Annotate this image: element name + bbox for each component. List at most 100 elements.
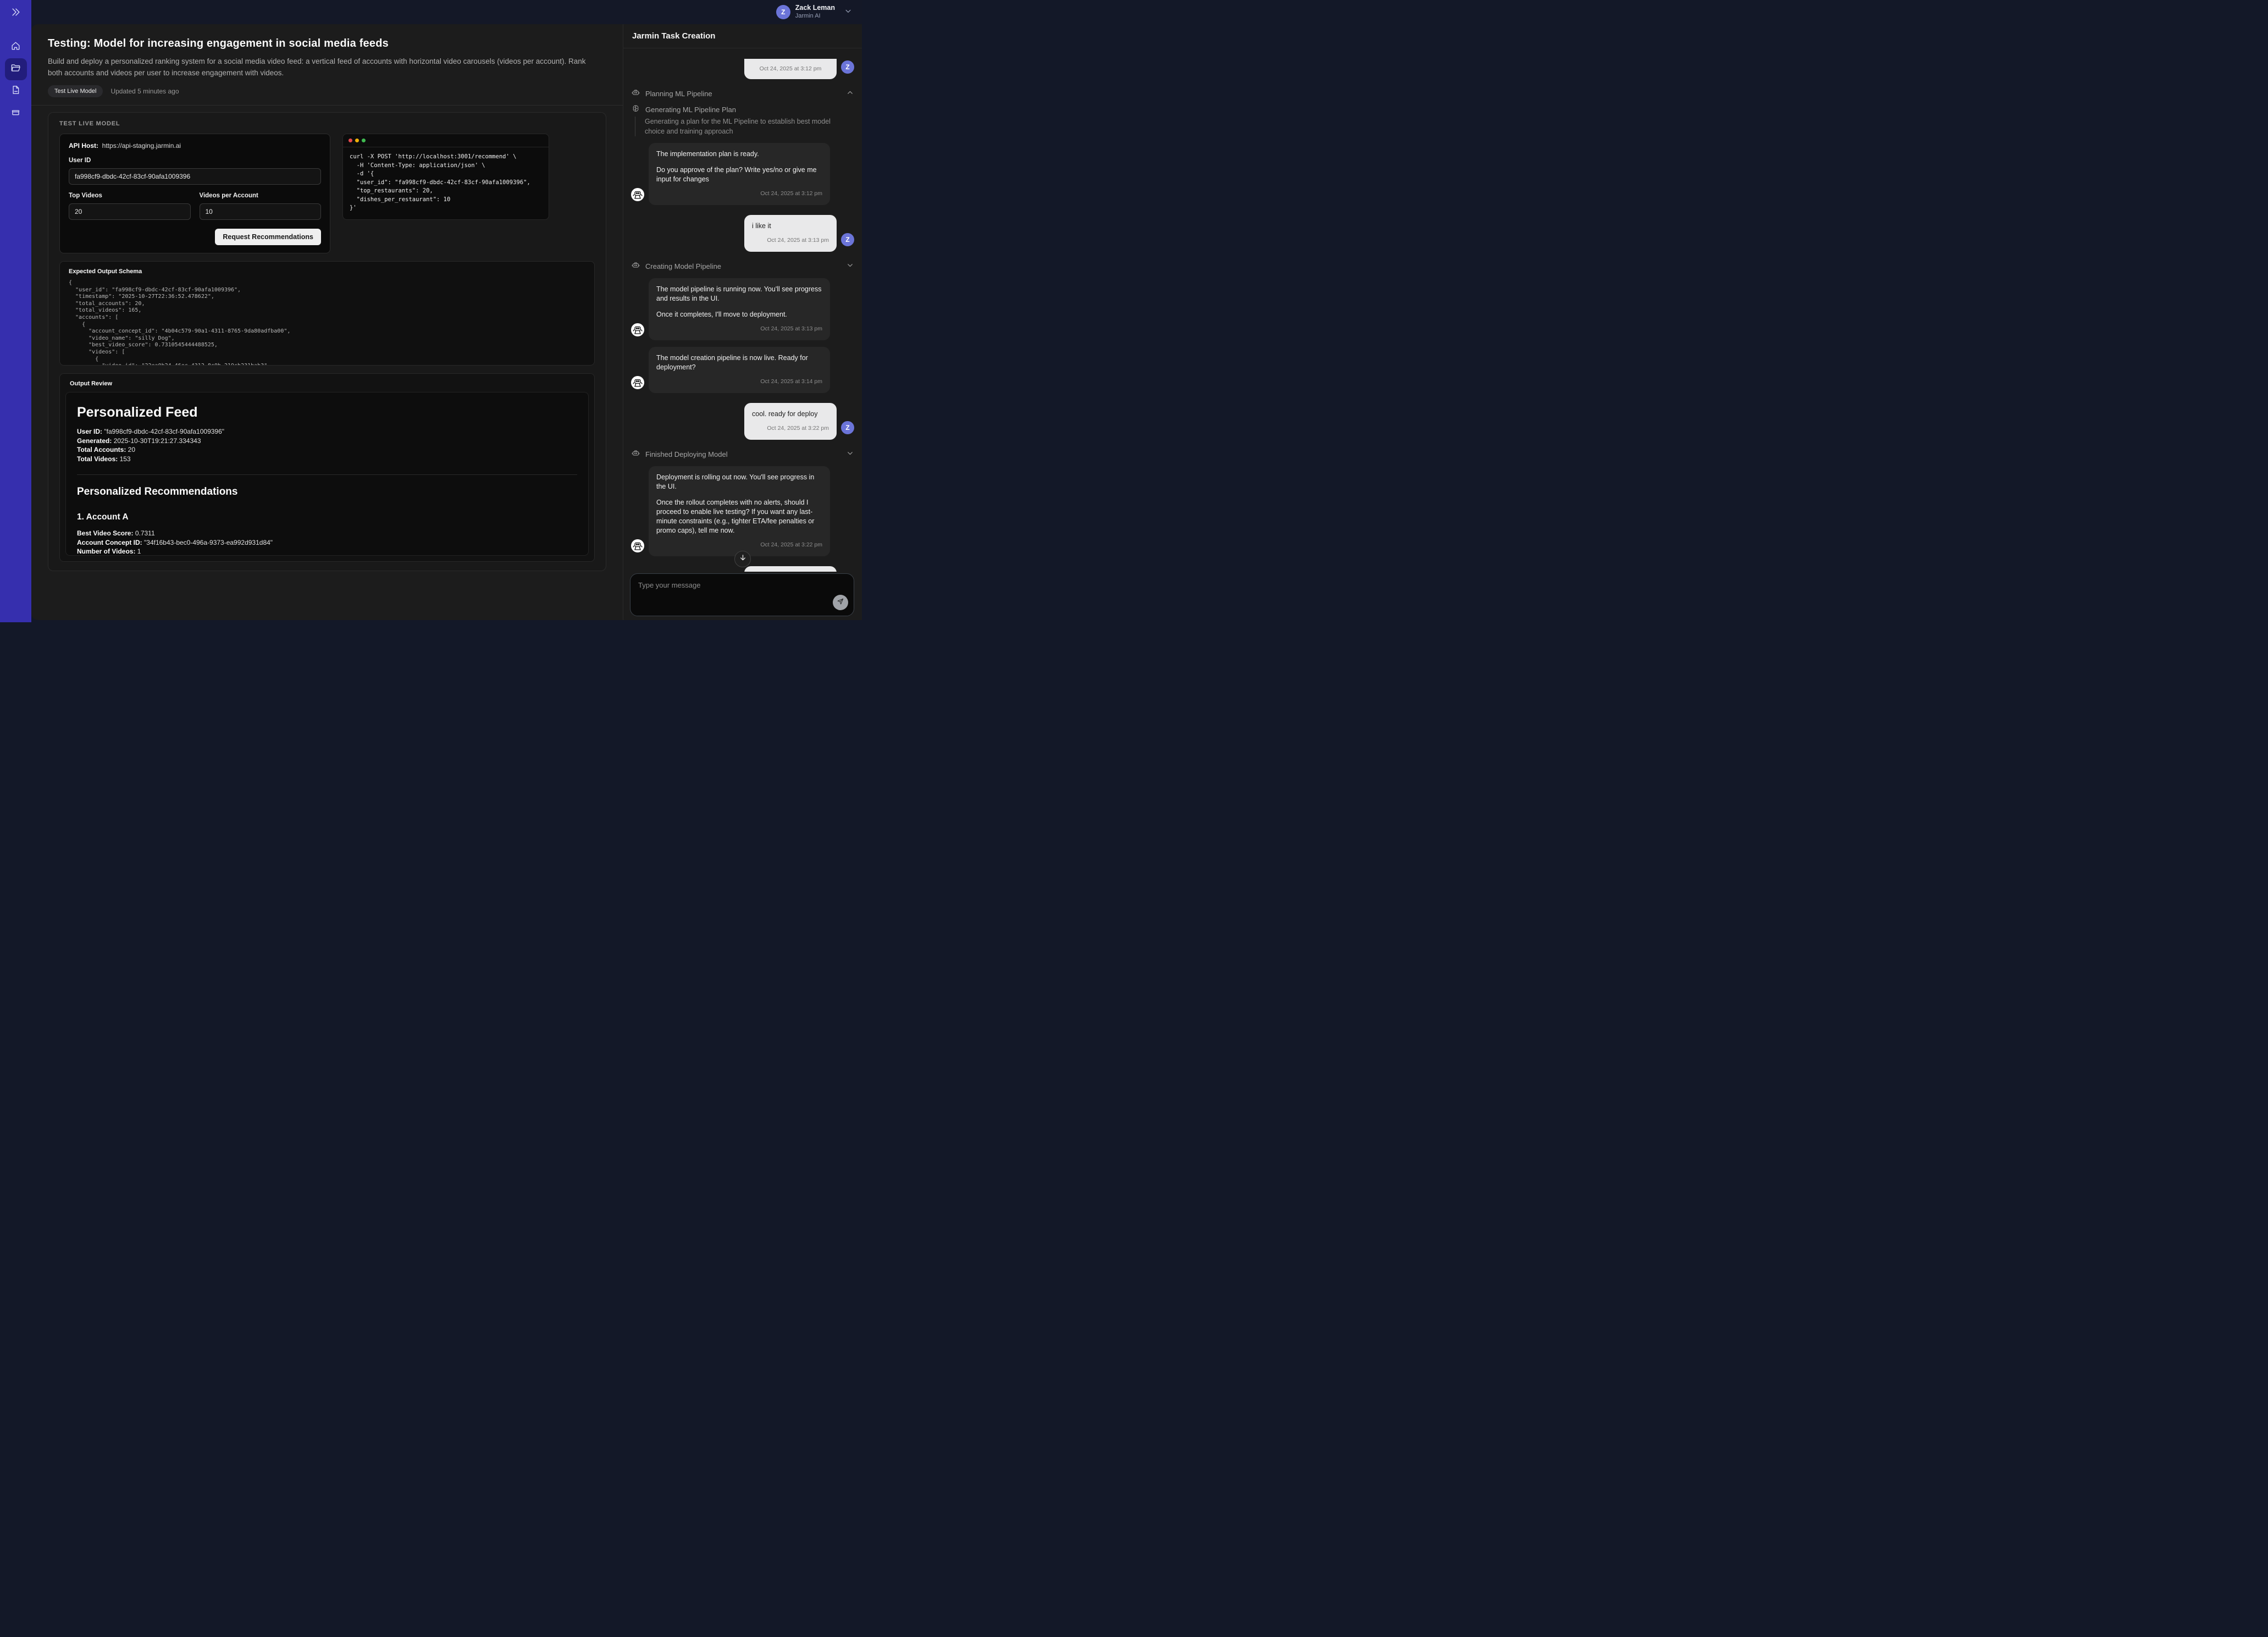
message-timestamp: Oct 24, 2025 at 3:12 pm (752, 64, 829, 74)
sidebar-item-inbox[interactable] (5, 102, 27, 124)
updated-timestamp: Updated 5 minutes ago (110, 87, 179, 95)
avatar: Z (841, 233, 854, 246)
account-meta: Best Video Score: 0.7311 Account Concept… (77, 529, 577, 556)
panel-row: API Host: https://api-staging.jarmin.ai … (59, 134, 595, 253)
chat-header: Jarmin Task Creation (623, 24, 862, 48)
user-menu[interactable]: Z Zack Leman Jarmin AI (776, 0, 852, 24)
message-text: Once it completes, I'll move to deployme… (656, 310, 822, 319)
message-bubble: Oct 24, 2025 at 3:12 pm (744, 59, 837, 79)
send-button[interactable] (833, 595, 848, 610)
message-timestamp: Oct 24, 2025 at 3:14 pm (656, 377, 822, 386)
output-review-body: Personalized Feed User ID: "fa998cf9-dbd… (65, 392, 589, 556)
output-review-label: Output Review (65, 380, 589, 387)
sidebar-item-documents[interactable] (5, 80, 27, 102)
message-text: The model pipeline is running now. You'l… (656, 285, 822, 303)
message-bubble: The model creation pipeline is now live.… (649, 347, 830, 393)
substep-generating-plan: Generating ML Pipeline Plan Generating a… (631, 104, 854, 136)
message-bubble: i like it Oct 24, 2025 at 3:13 pm (744, 215, 837, 252)
robot-icon (631, 261, 640, 272)
feed-title: Personalized Feed (77, 405, 577, 421)
header-divider (31, 105, 623, 106)
chat-message-user: Oct 24, 2025 at 3:12 pm Z (631, 59, 854, 79)
substep-description: Generating a plan for the ML Pipeline to… (635, 117, 848, 136)
message-timestamp: Oct 24, 2025 at 3:22 pm (656, 540, 822, 550)
numeric-fields-row: Top Videos Videos per Account (69, 192, 321, 220)
user-id-field[interactable] (69, 168, 321, 185)
message-text: cool. ready for deploy (752, 410, 829, 419)
terminal-dot-red (349, 139, 352, 142)
meta-line: Total Videos: 153 (77, 455, 577, 464)
message-timestamp: Oct 24, 2025 at 3:13 pm (752, 236, 829, 245)
schema-label: Expected Output Schema (69, 268, 585, 275)
section-creating-model-pipeline[interactable]: Creating Model Pipeline (631, 261, 854, 272)
chat-title: Jarmin Task Creation (632, 31, 715, 41)
message-bubble: cool. ready for deploy Oct 24, 2025 at 3… (744, 403, 837, 440)
message-bubble: Deployment is rolling out now. You'll se… (649, 466, 830, 556)
chat-message-agent: The model pipeline is running now. You'l… (631, 278, 854, 340)
message-input[interactable] (630, 574, 854, 616)
divider (77, 474, 577, 475)
chat-message-agent: Deployment is rolling out now. You'll se… (631, 466, 854, 556)
meta-line: Account Concept ID: "34f16b43-bec0-496a-… (77, 538, 577, 547)
message-input-card (630, 573, 854, 616)
robot-avatar (631, 323, 644, 339)
sidebar-item-projects[interactable] (5, 58, 27, 80)
badge-row: Test Live Model Updated 5 minutes ago (48, 85, 606, 97)
meta-line: Best Video Score: 0.7311 (77, 529, 577, 538)
status-badge: Test Live Model (48, 85, 103, 97)
substep-title-row: Generating ML Pipeline Plan (631, 104, 854, 115)
message-bubble: The implementation plan is ready. Do you… (649, 143, 830, 205)
document-icon (10, 85, 21, 98)
topbar: Z Zack Leman Jarmin AI (31, 0, 862, 24)
message-text: i like it (752, 222, 829, 231)
main-content: Testing: Model for increasing engagement… (31, 24, 623, 620)
user-id-label: User ID (69, 157, 321, 164)
terminal-dot-yellow (355, 139, 359, 142)
meta-line: Generated: 2025-10-30T19:21:27.334343 (77, 436, 577, 446)
user-org: Jarmin AI (795, 13, 835, 20)
chat-message-agent: The model creation pipeline is now live.… (631, 347, 854, 393)
user-name: Zack Leman (795, 4, 835, 13)
videos-per-account-label: Videos per Account (200, 192, 322, 199)
chevron-down-icon (846, 449, 854, 459)
section-label: Creating Model Pipeline (645, 262, 721, 270)
chat-messages[interactable]: Oct 24, 2025 at 3:12 pm Z Planning ML Pi… (623, 49, 862, 572)
chevron-up-icon (846, 89, 854, 98)
section-finished-deploying-model[interactable]: Finished Deploying Model (631, 449, 854, 460)
sidebar-nav (0, 36, 31, 124)
message-timestamp: Oct 24, 2025 at 3:22 pm (752, 424, 829, 433)
robot-avatar (631, 539, 644, 555)
curl-terminal: curl -X POST 'http://localhost:3001/reco… (342, 134, 549, 220)
recommendations-title: Personalized Recommendations (77, 486, 577, 498)
section-label: Finished Deploying Model (645, 450, 728, 458)
chevron-down-icon (846, 261, 854, 271)
section-planning-ml-pipeline[interactable]: Planning ML Pipeline (631, 88, 854, 99)
message-text: The implementation plan is ready. (656, 150, 822, 159)
account-heading: 1. Account A (77, 512, 577, 522)
message-text: The model creation pipeline is now live.… (656, 353, 822, 372)
top-videos-field[interactable] (69, 203, 191, 220)
terminal-header (343, 134, 549, 147)
robot-avatar (631, 376, 644, 392)
robot-icon (631, 88, 640, 99)
api-host-label: API Host: (69, 142, 98, 150)
sidebar (0, 0, 31, 622)
schema-json: { "user_id": "fa998cf9-dbdc-42cf-83cf-90… (69, 280, 585, 366)
scroll-to-bottom-button[interactable] (734, 551, 751, 567)
sidebar-item-home[interactable] (5, 36, 27, 58)
message-text: Do you approve of the plan? Write yes/no… (656, 165, 822, 184)
sidebar-expand-button[interactable] (0, 5, 31, 21)
feed-meta: User ID: "fa998cf9-dbdc-42cf-83cf-90afa1… (77, 427, 577, 463)
message-bubble: The model pipeline is running now. You'l… (649, 278, 830, 340)
chat-message-user: i like it Oct 24, 2025 at 3:13 pm Z (631, 215, 854, 252)
request-recommendations-button[interactable]: Request Recommendations (215, 229, 321, 245)
section-label: Planning ML Pipeline (645, 90, 712, 98)
page-title: Testing: Model for increasing engagement… (48, 37, 606, 50)
request-form: API Host: https://api-staging.jarmin.ai … (59, 134, 330, 253)
chat-message-user: cool. ready for deploy Oct 24, 2025 at 3… (631, 403, 854, 440)
output-review-card: Output Review Personalized Feed User ID:… (59, 373, 595, 562)
page-description: Build and deploy a personalized ranking … (48, 56, 602, 79)
brain-icon (631, 104, 640, 115)
videos-per-account-field[interactable] (200, 203, 322, 220)
chevron-down-icon (844, 7, 852, 18)
